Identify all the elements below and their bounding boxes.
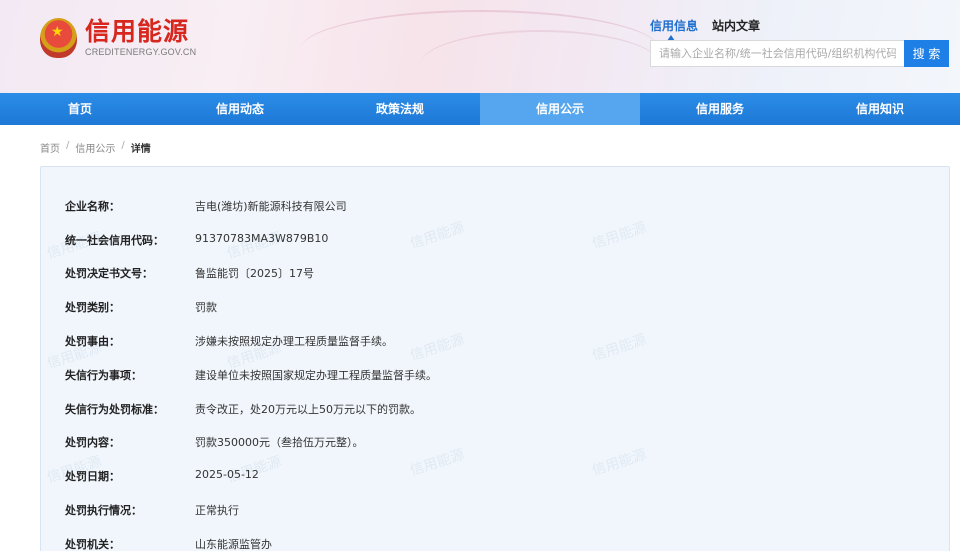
detail-row-credit-code: 统一社会信用代码： 91370783MA3W879B10 bbox=[65, 232, 328, 248]
detail-value: 罚款 bbox=[195, 301, 217, 314]
site-logo[interactable]: 信用能源 CREDITENERGY.GOV.CN bbox=[40, 18, 196, 58]
nav-item-credit-knowledge[interactable]: 信用知识 bbox=[800, 93, 960, 125]
detail-label: 处罚日期： bbox=[65, 470, 120, 483]
detail-value: 吉电(潍坊)新能源科技有限公司 bbox=[195, 200, 347, 213]
detail-value: 涉嫌未按照规定办理工程质量监督手续。 bbox=[195, 335, 393, 348]
detail-label: 处罚事由： bbox=[65, 335, 120, 348]
site-header: 信用能源 CREDITENERGY.GOV.CN 信用信息 站内文章 搜 索 bbox=[0, 0, 960, 93]
detail-label: 处罚类别： bbox=[65, 301, 120, 314]
breadcrumb-home[interactable]: 首页 bbox=[40, 140, 60, 155]
detail-row-dishonest-matter: 失信行为事项： 建设单位未按照国家规定办理工程质量监督手续。 bbox=[65, 367, 437, 383]
watermark: 信用能源 bbox=[590, 331, 649, 365]
detail-row-penalty-type: 处罚类别： 罚款 bbox=[65, 299, 217, 315]
detail-label: 企业名称： bbox=[65, 200, 120, 213]
nav-item-credit-news[interactable]: 信用动态 bbox=[160, 93, 320, 125]
detail-value: 建设单位未按照国家规定办理工程质量监督手续。 bbox=[195, 369, 437, 382]
detail-value: 罚款350000元（叁拾伍万元整）。 bbox=[195, 436, 364, 449]
national-emblem-icon bbox=[40, 18, 77, 58]
detail-row-penalty-reason: 处罚事由： 涉嫌未按照规定办理工程质量监督手续。 bbox=[65, 333, 393, 349]
detail-label: 失信行为事项： bbox=[65, 369, 142, 382]
nav-item-credit-disclosure[interactable]: 信用公示 bbox=[480, 93, 640, 125]
detail-value: 91370783MA3W879B10 bbox=[195, 232, 329, 245]
search-input[interactable] bbox=[650, 40, 904, 67]
detail-row-penalty-content: 处罚内容： 罚款350000元（叁拾伍万元整）。 bbox=[65, 434, 364, 450]
watermark: 信用能源 bbox=[590, 446, 649, 480]
nav-item-policies[interactable]: 政策法规 bbox=[320, 93, 480, 125]
detail-row-authority: 处罚机关： 山东能源监管办 bbox=[65, 536, 272, 551]
detail-value: 正常执行 bbox=[195, 504, 239, 517]
breadcrumb: 首页 / 信用公示 / 详情 bbox=[40, 140, 151, 155]
detail-label: 处罚执行情况： bbox=[65, 504, 142, 517]
breadcrumb-current: 详情 bbox=[130, 144, 151, 155]
detail-label: 统一社会信用代码： bbox=[65, 234, 164, 247]
detail-row-execution-status: 处罚执行情况： 正常执行 bbox=[65, 502, 239, 518]
search-tab-site-articles[interactable]: 站内文章 bbox=[712, 17, 760, 34]
detail-row-decision-number: 处罚决定书文号： 鲁监能罚〔2025〕17号 bbox=[65, 265, 314, 281]
search-tab-credit-info[interactable]: 信用信息 bbox=[650, 17, 698, 41]
header-decoration bbox=[420, 30, 660, 93]
detail-label: 处罚决定书文号： bbox=[65, 267, 153, 280]
detail-value: 2025-05-12 bbox=[195, 468, 259, 481]
nav-item-credit-services[interactable]: 信用服务 bbox=[640, 93, 800, 125]
logo-title: 信用能源 bbox=[85, 17, 190, 46]
detail-label: 处罚内容： bbox=[65, 436, 120, 449]
breadcrumb-separator: / bbox=[66, 140, 70, 151]
search-tabs: 信用信息 站内文章 bbox=[650, 17, 774, 41]
breadcrumb-separator: / bbox=[121, 140, 125, 151]
main-nav: 首页 信用动态 政策法规 信用公示 信用服务 信用知识 bbox=[0, 93, 960, 125]
detail-row-company-name: 企业名称： 吉电(潍坊)新能源科技有限公司 bbox=[65, 198, 347, 214]
detail-value: 鲁监能罚〔2025〕17号 bbox=[195, 267, 314, 280]
breadcrumb-credit-disclosure[interactable]: 信用公示 bbox=[75, 140, 115, 155]
detail-label: 失信行为处罚标准： bbox=[65, 403, 164, 416]
watermark: 信用能源 bbox=[408, 446, 467, 480]
logo-domain: CREDITENERGY.GOV.CN bbox=[85, 47, 197, 57]
watermark: 信用能源 bbox=[590, 219, 649, 253]
watermark: 信用能源 bbox=[408, 219, 467, 253]
detail-row-penalty-date: 处罚日期： 2025-05-12 bbox=[65, 468, 259, 484]
detail-value: 山东能源监管办 bbox=[195, 538, 272, 551]
detail-label: 处罚机关： bbox=[65, 538, 120, 551]
search-box: 搜 索 bbox=[650, 40, 949, 67]
search-button[interactable]: 搜 索 bbox=[904, 40, 949, 67]
nav-item-home[interactable]: 首页 bbox=[0, 93, 160, 125]
watermark: 信用能源 bbox=[408, 331, 467, 365]
detail-panel: 信用能源 信用能源 信用能源 信用能源 信用能源 信用能源 信用能源 信用能源 … bbox=[40, 166, 950, 551]
detail-row-penalty-standard: 失信行为处罚标准： 责令改正，处20万元以上50万元以下的罚款。 bbox=[65, 401, 421, 417]
detail-value: 责令改正，处20万元以上50万元以下的罚款。 bbox=[195, 403, 421, 416]
